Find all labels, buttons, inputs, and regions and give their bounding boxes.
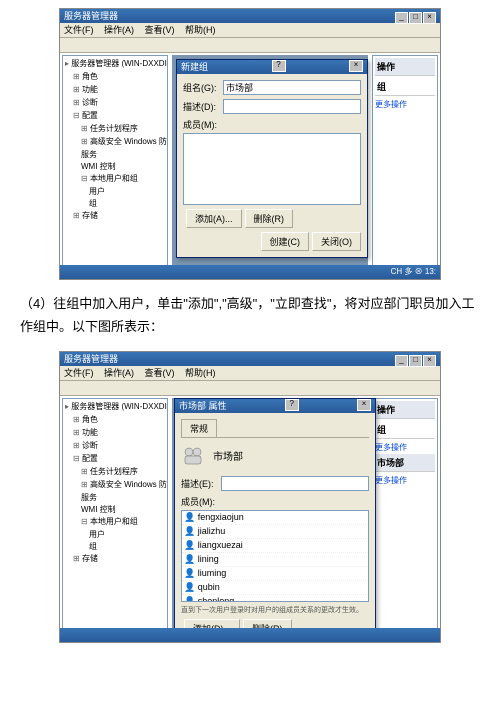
window-titlebar: 服务器管理器 _□× xyxy=(60,9,440,23)
dialog-close-icon[interactable]: × xyxy=(357,399,371,411)
member-item[interactable]: 👤 shenlong xyxy=(182,595,368,602)
tree-services: 服务 xyxy=(65,149,165,161)
tree-features: ⊞ 功能 xyxy=(65,84,165,97)
dialog-titlebar: 市场部 属性 ? × xyxy=(175,399,375,413)
taskbar xyxy=(60,628,440,642)
member-item[interactable]: 👤 fengxiaojun xyxy=(182,511,368,525)
menu-help[interactable]: 帮助(H) xyxy=(185,368,216,378)
member-item[interactable]: 👤 lining xyxy=(182,553,368,567)
nav-tree[interactable]: ▸ 服务器管理器 (WIN-DXXDI90…) ⊞ 角色 ⊞ 功能 ⊞ 诊断 ⊟… xyxy=(62,398,168,642)
more-actions-link-2[interactable]: 更多操作 xyxy=(375,474,435,487)
remove-button[interactable]: 删除(R) xyxy=(245,209,294,228)
window-title: 服务器管理器 xyxy=(64,9,118,23)
member-item[interactable]: 👤 qubin xyxy=(182,581,368,595)
group-name-display: 市场部 xyxy=(213,448,243,463)
tree-config: ⊟ 配置 xyxy=(65,110,165,123)
desc-input[interactable] xyxy=(221,476,369,491)
close-button[interactable]: × xyxy=(423,12,436,24)
window-buttons: _□× xyxy=(394,9,436,23)
ok-button[interactable]: 确定 xyxy=(243,642,279,643)
desc-row: 描述(E): xyxy=(181,476,369,491)
members-label: 成员(M): xyxy=(181,495,369,508)
dialog-titlebar: 新建组 ? × xyxy=(177,60,367,74)
menu-bar[interactable]: 文件(F) 操作(A) 查看(V) 帮助(H) xyxy=(60,23,440,38)
actions-header: 操作 xyxy=(375,401,435,419)
add-button[interactable]: 添加(A)... xyxy=(186,209,242,228)
system-tray: CH 多 ⊗ 13: xyxy=(60,265,440,279)
members-listbox[interactable]: 👤 fengxiaojun👤 jializhu👤 liangxuezai👤 li… xyxy=(181,510,369,602)
dialog-title: 新建组 xyxy=(181,60,208,74)
tab-general[interactable]: 常规 xyxy=(181,419,217,437)
tree-diag: ⊞ 诊断 xyxy=(65,97,165,110)
center-pane: 新建组 ? × 组名(G): 描述(D): 成员(M): xyxy=(172,55,368,279)
group-desc-input[interactable] xyxy=(223,99,361,114)
actions-group-header: 组 xyxy=(375,78,435,96)
member-item[interactable]: 👤 liuming xyxy=(182,567,368,581)
desc-label: 描述(E): xyxy=(181,477,221,490)
window-title: 服务器管理器 xyxy=(64,352,118,366)
actions-pane: 操作 组 更多操作 市场部 更多操作 xyxy=(372,398,438,642)
group-desc-label: 描述(D): xyxy=(183,100,223,113)
group-icon xyxy=(181,444,205,468)
cancel-button[interactable]: 取消 xyxy=(282,642,318,643)
actions-pane: 操作 组 更多操作 xyxy=(372,55,438,279)
window-titlebar: 服务器管理器 _□× xyxy=(60,352,440,366)
menu-view[interactable]: 查看(V) xyxy=(145,25,175,35)
window-buttons: _□× xyxy=(394,352,436,366)
tree-root: ▸ 服务器管理器 (WIN-DXXDI90…) xyxy=(65,401,165,414)
dialog-close-icon[interactable]: ? xyxy=(285,399,299,411)
dialog-close-icon[interactable]: × xyxy=(349,60,363,72)
group-name-input[interactable] xyxy=(223,80,361,95)
instruction-text: （4）往组中加入用户，单击"添加","高级"，"立即查找"，将对应部门职员加入工… xyxy=(0,292,500,339)
tree-groups: 组 xyxy=(65,198,165,210)
menu-file[interactable]: 文件(F) xyxy=(64,25,94,35)
screenshot-new-group: 服务器管理器 _□× 文件(F) 操作(A) 查看(V) 帮助(H) ▸ 服务器… xyxy=(59,8,441,280)
tree-storage: ⊞ 存储 xyxy=(65,210,165,223)
group-header: 市场部 xyxy=(375,454,435,472)
toolbar xyxy=(60,38,440,53)
toolbar xyxy=(60,381,440,396)
more-actions-link[interactable]: 更多操作 xyxy=(375,98,435,111)
dialog-close-icon[interactable]: ? xyxy=(272,60,286,72)
menu-view[interactable]: 查看(V) xyxy=(145,368,175,378)
tree-firewall: ⊞ 高级安全 Windows 防火… xyxy=(65,136,165,149)
menu-action[interactable]: 操作(A) xyxy=(104,25,134,35)
tree-scheduler: ⊞ 任务计划程序 xyxy=(65,123,165,136)
tree-localusers: ⊟ 本地用户和组 xyxy=(65,173,165,186)
screenshot-group-properties: 服务器管理器 _□× 文件(F) 操作(A) 查看(V) 帮助(H) ▸ 服务器… xyxy=(59,351,441,643)
nav-tree[interactable]: ▸ 服务器管理器 (WIN-DXXDI90…) ⊞ 角色 ⊞ 功能 ⊞ 诊断 ⊟… xyxy=(62,55,168,279)
menu-file[interactable]: 文件(F) xyxy=(64,368,94,378)
tree-wmi: WMI 控制 xyxy=(65,161,165,173)
menu-action[interactable]: 操作(A) xyxy=(104,368,134,378)
more-actions-link[interactable]: 更多操作 xyxy=(375,441,435,454)
menu-help[interactable]: 帮助(H) xyxy=(185,25,216,35)
new-group-dialog: 新建组 ? × 组名(G): 描述(D): 成员(M): xyxy=(176,59,368,258)
hint-text: 直到下一次用户登录时对用户的组成员关系的更改才生效。 xyxy=(181,605,369,615)
member-item[interactable]: 👤 liangxuezai xyxy=(182,539,368,553)
minimize-button[interactable]: _ xyxy=(395,355,408,367)
tree-roles: ⊞ 角色 xyxy=(65,71,165,84)
group-name-label: 组名(G): xyxy=(183,81,223,94)
menu-bar[interactable]: 文件(F) 操作(A) 查看(V) 帮助(H) xyxy=(60,366,440,381)
properties-dialog: 市场部 属性 ? × 常规 市场部 描述(E): 成员(M): 👤 fen xyxy=(174,398,376,643)
maximize-button[interactable]: □ xyxy=(409,12,422,24)
group-desc-row: 描述(D): xyxy=(183,99,361,114)
dialog-title: 市场部 属性 xyxy=(179,399,227,413)
member-item[interactable]: 👤 jializhu xyxy=(182,525,368,539)
minimize-button[interactable]: _ xyxy=(395,12,408,24)
create-button[interactable]: 创建(C) xyxy=(261,232,310,251)
tab-strip: 常规 xyxy=(181,419,369,438)
group-name-row: 组名(G): xyxy=(183,80,361,95)
maximize-button[interactable]: □ xyxy=(409,355,422,367)
members-label: 成员(M): xyxy=(183,118,361,131)
actions-header: 操作 xyxy=(375,58,435,76)
center-pane: 市场部 属性 ? × 常规 市场部 描述(E): 成员(M): 👤 fen xyxy=(172,398,368,642)
close-dialog-button[interactable]: 关闭(O) xyxy=(312,232,361,251)
members-listbox[interactable] xyxy=(183,133,361,205)
tree-users: 用户 xyxy=(65,186,165,198)
tree-root: ▸ 服务器管理器 (WIN-DXXDI90…) xyxy=(65,58,165,71)
close-button[interactable]: × xyxy=(423,355,436,367)
apply-button[interactable]: 应用(A) xyxy=(321,642,369,643)
